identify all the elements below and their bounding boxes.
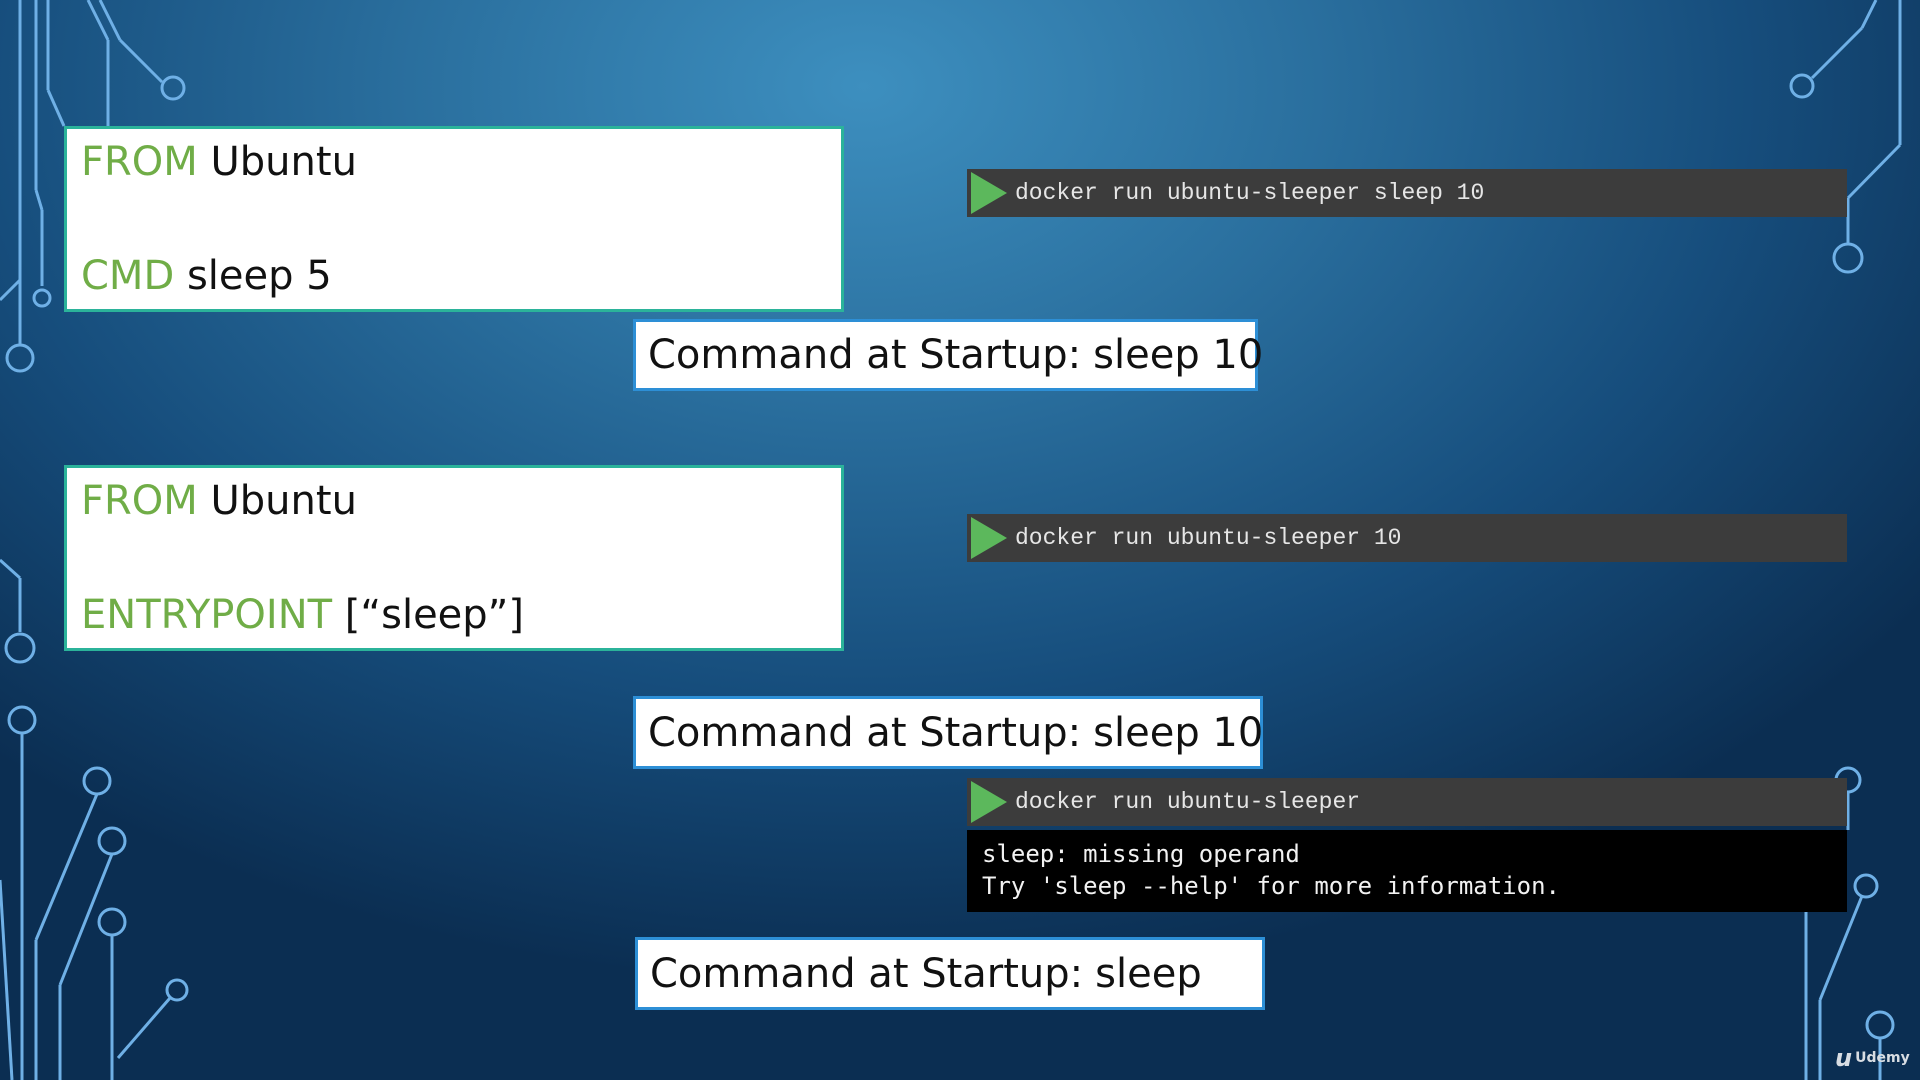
command-text: docker run ubuntu-sleeper sleep 10: [1015, 180, 1485, 206]
startup-value: sleep 10: [1093, 709, 1264, 756]
startup-result-1: Command at Startup: sleep 10: [633, 319, 1263, 391]
cmd-keyword: CMD: [81, 253, 175, 299]
from-line: FROM Ubuntu: [81, 478, 357, 524]
dockerfile-entrypoint-box: FROM Ubuntu ENTRYPOINT [“sleep”]: [64, 465, 844, 651]
entrypoint-keyword: ENTRYPOINT: [81, 592, 333, 638]
udemy-logo-icon: u: [1835, 1044, 1853, 1072]
output-line-1: sleep: missing operand: [982, 840, 1300, 868]
startup-result-2: Command at Startup: sleep 10: [633, 696, 1263, 769]
startup-value: sleep: [1095, 950, 1202, 997]
command-text: docker run ubuntu-sleeper 10: [1015, 525, 1402, 551]
dockerfile-cmd-box: FROM Ubuntu CMD sleep 5: [64, 126, 844, 312]
terminal-command-2: docker run ubuntu-sleeper 10: [967, 514, 1847, 562]
startup-result-3: Command at Startup: sleep: [635, 937, 1265, 1010]
udemy-logo: u Udemy: [1835, 1044, 1910, 1072]
entrypoint-value: [“sleep”]: [344, 592, 524, 638]
startup-value: sleep 10: [1093, 332, 1264, 378]
play-icon: [971, 517, 1007, 559]
terminal-command-1: docker run ubuntu-sleeper sleep 10: [967, 169, 1847, 217]
startup-label: Command at Startup:: [650, 950, 1084, 997]
play-icon: [971, 781, 1007, 823]
from-value: Ubuntu: [210, 139, 357, 185]
output-line-2: Try 'sleep --help' for more information.: [982, 872, 1560, 900]
command-text: docker run ubuntu-sleeper: [1015, 789, 1361, 815]
cmd-value: sleep 5: [186, 253, 332, 299]
entrypoint-line: ENTRYPOINT [“sleep”]: [81, 592, 524, 638]
cmd-line: CMD sleep 5: [81, 253, 332, 299]
from-value: Ubuntu: [210, 478, 357, 524]
startup-label: Command at Startup:: [648, 709, 1082, 756]
terminal-output: sleep: missing operand Try 'sleep --help'…: [967, 830, 1847, 912]
from-keyword: FROM: [81, 478, 198, 524]
terminal-command-3: docker run ubuntu-sleeper: [967, 778, 1847, 826]
from-keyword: FROM: [81, 139, 198, 185]
startup-label: Command at Startup:: [648, 332, 1082, 378]
udemy-logo-text: Udemy: [1855, 1050, 1910, 1066]
play-icon: [971, 172, 1007, 214]
from-line: FROM Ubuntu: [81, 139, 357, 185]
